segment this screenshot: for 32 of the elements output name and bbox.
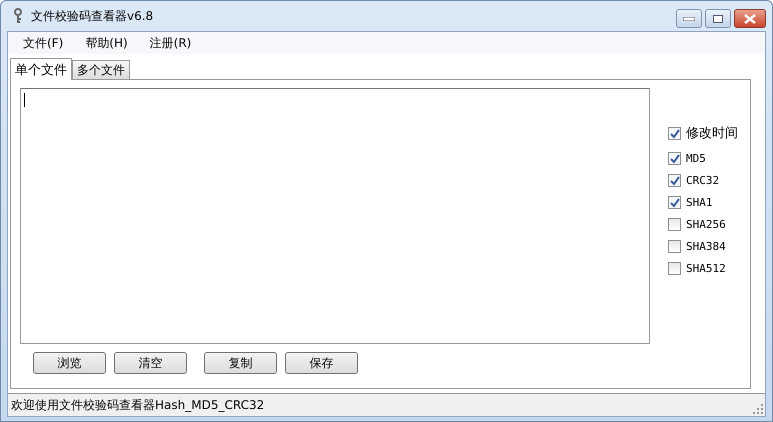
option-label: SHA512 (686, 262, 726, 274)
key-icon (13, 8, 23, 24)
option-label: SHA384 (686, 240, 726, 252)
checkbox[interactable] (668, 262, 681, 274)
menu-item[interactable]: 帮助(H) (76, 32, 137, 54)
tab[interactable]: 多个文件 (72, 60, 130, 79)
action-button[interactable]: 浏览 (33, 352, 106, 374)
maximize-icon (713, 14, 723, 22)
minimize-button[interactable] (676, 9, 702, 28)
action-button[interactable]: 清空 (114, 352, 187, 374)
maximize-button[interactable] (705, 9, 731, 28)
minimize-icon (683, 16, 695, 20)
checkbox[interactable] (668, 240, 681, 252)
option-label: SHA256 (686, 218, 726, 230)
option-label: 修改时间 (686, 125, 738, 142)
option-label: SHA1 (686, 196, 712, 208)
checkbox[interactable] (668, 218, 681, 230)
tab[interactable]: 单个文件 (10, 58, 72, 80)
option-label: CRC32 (686, 174, 720, 186)
checkbox[interactable] (668, 152, 681, 164)
option-label: MD5 (686, 152, 706, 164)
menu-item[interactable]: 注册(R) (140, 32, 200, 54)
checkbox[interactable] (668, 174, 681, 186)
status-text: 欢迎使用文件校验码查看器Hash_MD5_CRC32 (11, 396, 264, 414)
close-icon (744, 14, 756, 24)
menu-item[interactable]: 文件(F) (14, 32, 72, 54)
close-button[interactable] (734, 9, 766, 28)
action-button[interactable]: 复制 (204, 352, 277, 374)
action-button[interactable]: 保存 (285, 352, 358, 374)
checkbox[interactable] (668, 126, 681, 140)
checkbox[interactable] (668, 196, 681, 208)
window-title: 文件校验码查看器v6.8 (31, 8, 154, 24)
